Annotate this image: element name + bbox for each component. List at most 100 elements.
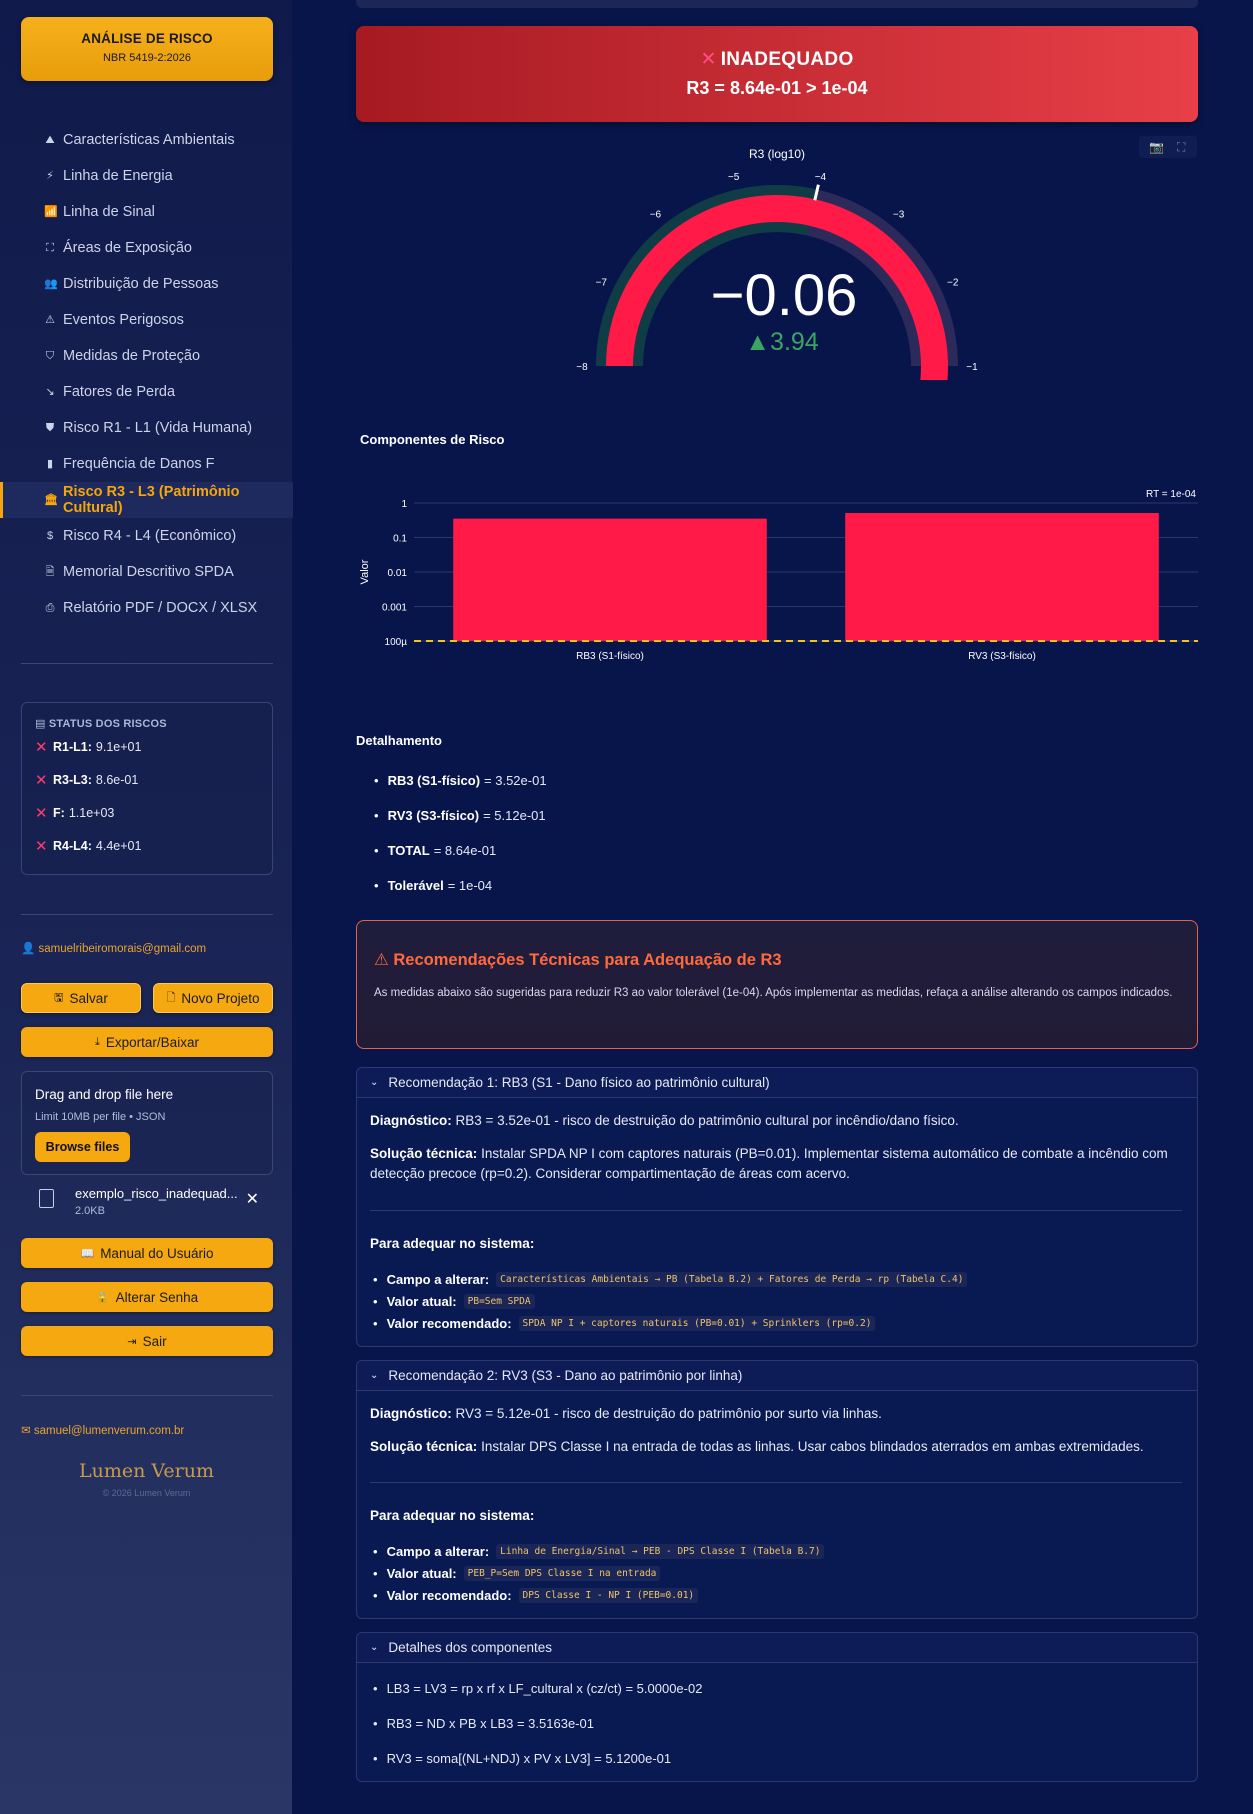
- sidebar-item-label: Características Ambientais: [63, 132, 235, 148]
- list-item: Valor recomendado:SPDA NP I + captores n…: [370, 1312, 967, 1334]
- user-icon: 👤: [21, 943, 39, 955]
- y-tick-label: 0.001: [382, 603, 407, 614]
- museum-icon: 🏛: [44, 494, 58, 506]
- divider: [370, 1482, 1182, 1483]
- lock-icon: 🔒: [95, 1291, 110, 1304]
- sidebar-item-risco-r3[interactable]: 🏛 Risco R3 - L3 (Patrimônio Cultural): [0, 482, 293, 518]
- sidebar-item-label: Frequência de Danos F: [63, 456, 215, 472]
- recommendation-1-header[interactable]: ⌄ Recomendação 1: RB3 (S1 - Dano físico a…: [357, 1068, 1197, 1098]
- components-header[interactable]: ⌄ Detalhes dos componentes: [357, 1633, 1197, 1663]
- adequar-list: Campo a alterar:Características Ambienta…: [370, 1268, 968, 1334]
- sidebar-item-risco-r4[interactable]: $ Risco R4 - L4 (Econômico): [0, 518, 293, 554]
- status-row: ✕ R4-L4: 4.4e+01: [35, 837, 142, 855]
- chevron-down-icon: ⌄: [370, 1077, 379, 1088]
- printer-icon: ⎙: [45, 602, 55, 614]
- user-email: 👤 samuelribeiromorais@gmail.com: [21, 943, 207, 955]
- remove-file-icon[interactable]: ✕: [246, 1189, 259, 1209]
- list-item: Campo a alterar:Características Ambienta…: [370, 1268, 968, 1290]
- sidebar-item-eventos[interactable]: ⚠ Eventos Perigosos: [0, 302, 293, 338]
- banner-formula: R3 = 8.64e-01 > 1e-04: [686, 78, 868, 98]
- list-item: Valor atual:PB=Sem SPDA: [370, 1290, 967, 1312]
- details-list: RB3 (S1-físico)= 3.52e-01 RV3 (S3-físico…: [374, 763, 547, 903]
- recommendations-box: ⚠ Recomendações Técnicas para Adequação …: [356, 920, 1198, 1049]
- sidebar-item-linha-energia[interactable]: ⚡ Linha de Energia: [0, 158, 293, 194]
- x-tick-label: RV3 (S3-físico): [968, 651, 1036, 662]
- sidebar-item-risco-r1[interactable]: ⛊ Risco R1 - L1 (Vida Humana): [0, 410, 293, 446]
- shield-heart-icon: ⛊: [45, 422, 55, 434]
- x-tick-label: RB3 (S1-físico): [576, 651, 644, 662]
- bar-chart-icon: ▮: [46, 458, 54, 470]
- sidebar-item-frequencia[interactable]: ▮ Frequência de Danos F: [0, 446, 293, 482]
- cross-icon: ✕: [35, 804, 48, 822]
- new-project-button[interactable]: 🗋 Novo Projeto: [153, 983, 273, 1013]
- file-icon: 🗋: [166, 991, 176, 1004]
- gauge-tick-label: −6: [650, 210, 662, 221]
- gauge-tick-label: −7: [596, 277, 608, 288]
- sidebar: ANÁLISE DE RISCO NBR 5419-2:2026 ⛰ Caract…: [0, 0, 293, 1814]
- browse-files-button[interactable]: Browse files: [35, 1132, 130, 1162]
- contact-email[interactable]: ✉ samuel@lumenverum.com.br: [21, 1423, 184, 1437]
- sidebar-item-relatorio[interactable]: ⎙ Relatório PDF / DOCX / XLSX: [0, 590, 293, 626]
- sidebar-item-label: Medidas de Proteção: [63, 348, 201, 364]
- file-icon: [39, 1189, 54, 1208]
- recommendations-description: As medidas abaixo são sugeridas para red…: [374, 987, 1173, 999]
- cross-icon: ✕: [35, 738, 48, 756]
- recommendation-2-header[interactable]: ⌄ Recomendação 2: RV3 (S3 - Dano ao patri…: [357, 1361, 1197, 1391]
- save-button[interactable]: 🖫 Salvar: [21, 983, 141, 1013]
- brand-header: ANÁLISE DE RISCO NBR 5419-2:2026: [21, 17, 273, 81]
- recommendation-1-expander: ⌄ Recomendação 1: RB3 (S1 - Dano físico a…: [356, 1067, 1198, 1347]
- sidebar-item-label: Eventos Perigosos: [63, 312, 184, 328]
- sidebar-item-label: Fatores de Perda: [63, 384, 176, 400]
- logout-button[interactable]: ⇥ Sair: [21, 1326, 273, 1356]
- sidebar-item-memorial[interactable]: 🗎 Memorial Descritivo SPDA: [0, 554, 293, 590]
- logout-icon: ⇥: [127, 1335, 137, 1348]
- gauge-tick-label: −4: [815, 172, 827, 183]
- export-button[interactable]: ⤓ Exportar/Baixar: [21, 1027, 273, 1057]
- brand-subtitle: NBR 5419-2:2026: [102, 52, 192, 64]
- people-icon: 👥: [44, 278, 58, 290]
- sidebar-item-fatores[interactable]: ↘ Fatores de Perda: [0, 374, 293, 410]
- sidebar-item-label: Risco R4 - L4 (Econômico): [63, 528, 237, 544]
- sidebar-item-linha-sinal[interactable]: 📶 Linha de Sinal: [0, 194, 293, 230]
- save-icon: 🖫: [54, 991, 64, 1004]
- manual-button[interactable]: 📖 Manual do Usuário: [21, 1238, 273, 1268]
- sidebar-item-label: Linha de Sinal: [63, 204, 155, 220]
- list-item: Campo a alterar:Linha de Energia/Sinal →…: [370, 1540, 825, 1562]
- sidebar-divider: [21, 1395, 273, 1396]
- recommendations-title: ⚠ Recomendações Técnicas para Adequação …: [374, 951, 782, 969]
- gauge-tick-label: −1: [966, 362, 978, 373]
- top-bar: [356, 0, 1198, 8]
- file-dropzone[interactable]: Drag and drop file here Limit 10MB per f…: [21, 1071, 273, 1175]
- sidebar-item-label: Linha de Energia: [63, 168, 173, 184]
- book-icon: 📖: [80, 1247, 95, 1260]
- risk-status-panel: ▤ STATUS DOS RISCOS ✕ R1-L1: 9.1e+01 ✕ R3-L…: [21, 702, 273, 875]
- adequar-heading: Para adequar no sistema:: [370, 1236, 535, 1251]
- trend-down-icon: ↘: [45, 386, 55, 398]
- lumen-verum-logo: Lumen Verum: [79, 1460, 214, 1482]
- bar: [845, 513, 1159, 641]
- download-icon: ⤓: [95, 1035, 100, 1048]
- document-icon: 🗎: [45, 566, 55, 578]
- brand-title: ANÁLISE DE RISCO: [81, 31, 213, 46]
- sidebar-item-label: Risco R3 - L3 (Patrimônio Cultural): [63, 484, 240, 516]
- sidebar-nav: ⛰ Características Ambientais ⚡ Linha de En…: [0, 122, 293, 626]
- mountain-icon: ⛰: [45, 134, 55, 146]
- warning-icon: ⚠: [374, 951, 394, 969]
- sidebar-item-areas[interactable]: ⛶ Áreas de Exposição: [0, 230, 293, 266]
- chevron-down-icon: ⌄: [370, 1642, 379, 1653]
- threshold-label: RT = 1e-04: [1146, 489, 1196, 500]
- y-tick-label: 0.1: [393, 534, 407, 545]
- dropzone-limit: Limit 10MB per file • JSON: [35, 1111, 166, 1123]
- recommendation-2-expander: ⌄ Recomendação 2: RV3 (S3 - Dano ao patri…: [356, 1360, 1198, 1619]
- sidebar-item-caracteristicas[interactable]: ⛰ Características Ambientais: [0, 122, 293, 158]
- details-title: Detalhamento: [356, 733, 442, 748]
- diagnosis-text: Diagnóstico: RB3 = 3.52e-01 - risco de d…: [370, 1113, 959, 1128]
- list-item: TOTAL= 8.64e-01: [374, 833, 547, 868]
- sidebar-item-pessoas[interactable]: 👥 Distribuição de Pessoas: [0, 266, 293, 302]
- change-password-button[interactable]: 🔒 Alterar Senha: [21, 1282, 273, 1312]
- status-row: ✕ R1-L1: 9.1e+01: [35, 738, 142, 756]
- warning-icon: ⚠: [45, 314, 55, 326]
- status-banner: ✕ INADEQUADO R3 = 8.64e-01 > 1e-04: [356, 26, 1198, 122]
- sidebar-divider: [21, 914, 273, 915]
- sidebar-item-medidas[interactable]: ⛉ Medidas de Proteção: [0, 338, 293, 374]
